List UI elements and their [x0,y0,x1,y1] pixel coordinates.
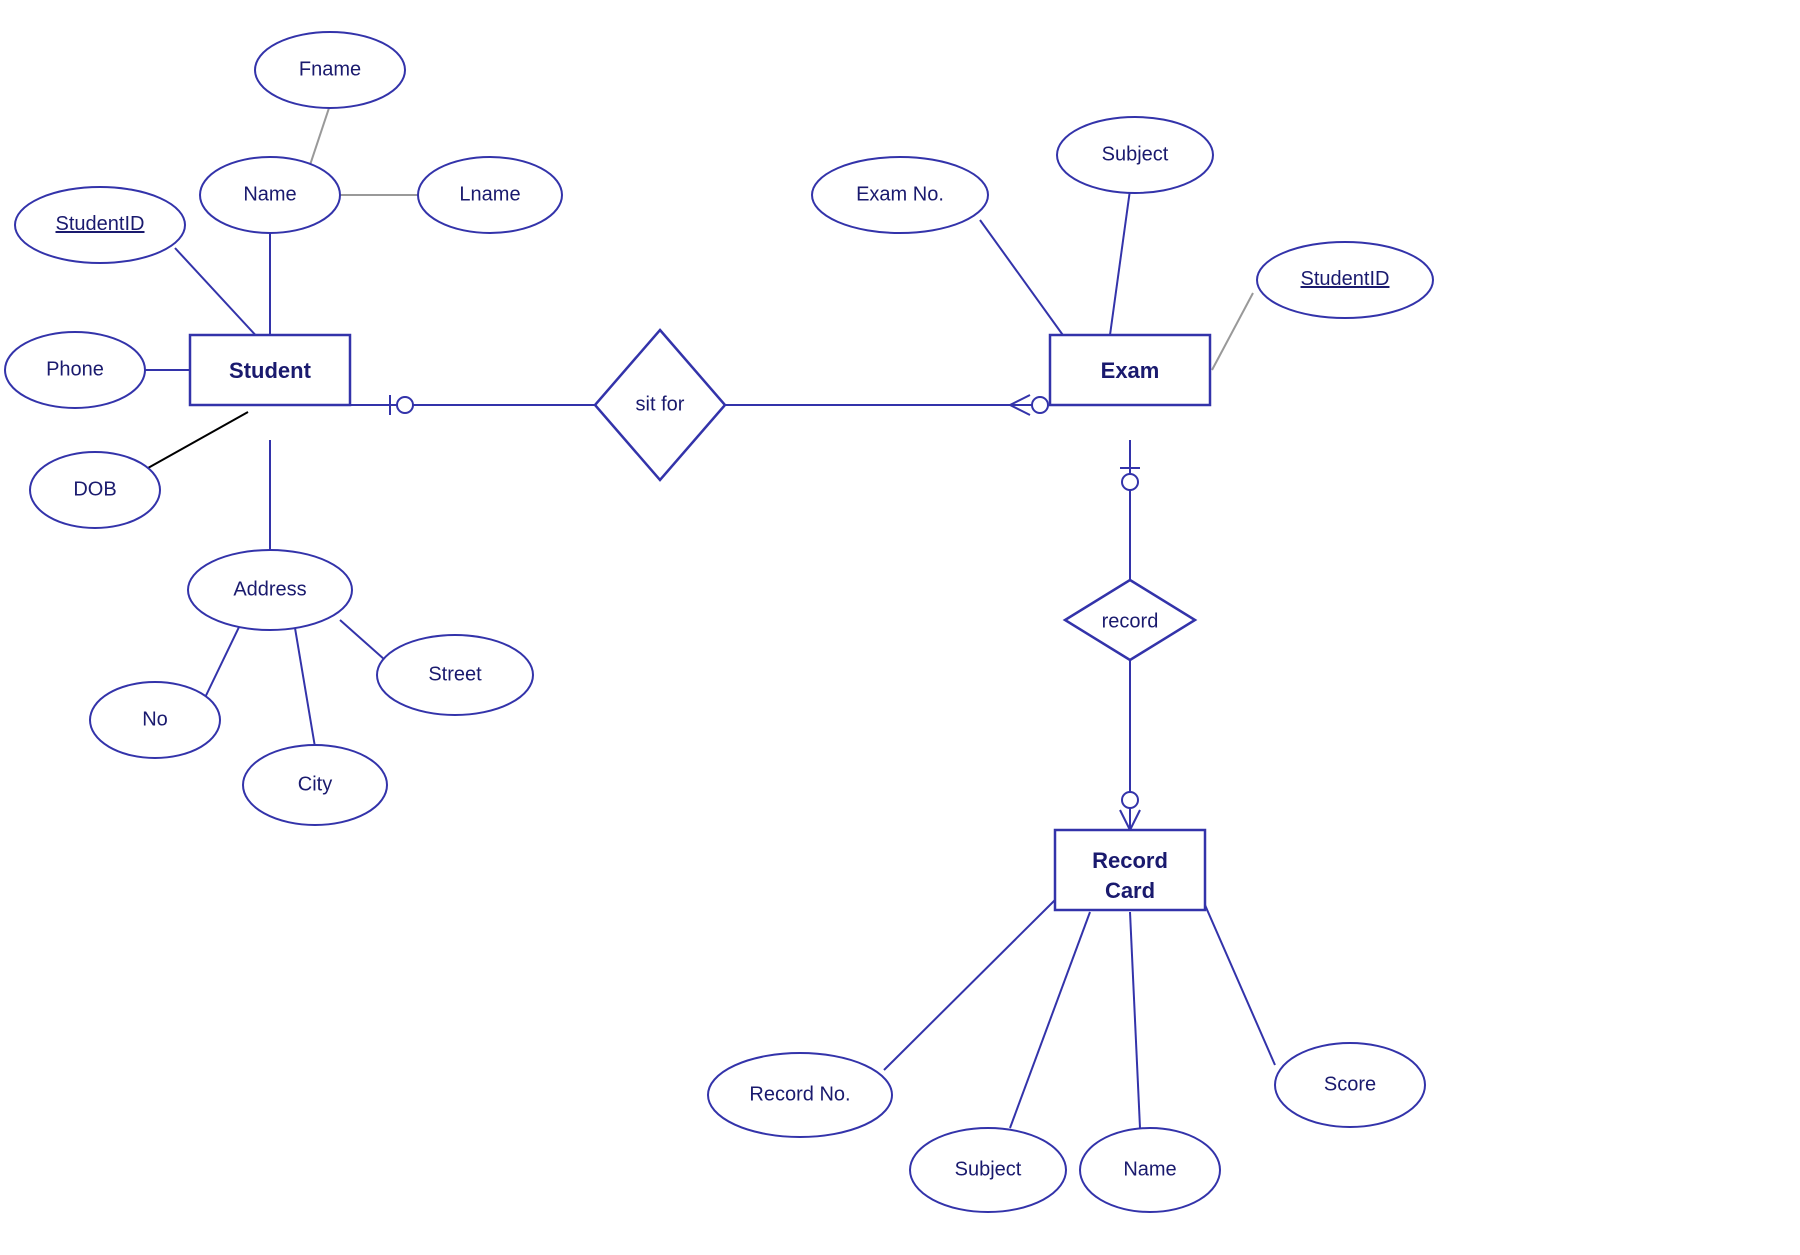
zero-mark-exam [1032,397,1048,413]
entity-recordcard-label1: Record [1092,848,1168,873]
attr-score-label: Score [1324,1073,1376,1095]
conn-studentid-exam [1212,293,1253,370]
conn-recordno-rc [884,900,1055,1070]
zero-mark-exam-record [1122,474,1138,490]
crow-feet-rc-1 [1120,810,1130,830]
attr-lname-label: Lname [459,183,520,205]
attr-studentid-label: StudentID [56,213,145,235]
conn-subject-exam [1110,190,1130,335]
entity-recordcard-label2: Card [1105,878,1155,903]
attr-phone-label: Phone [46,358,104,380]
attr-dob-label: DOB [73,478,116,500]
attr-subject-exam-label: Subject [1102,143,1169,165]
attr-address-label: Address [233,578,306,600]
entity-exam-label: Exam [1101,358,1160,383]
rel-record-label: record [1102,610,1159,632]
conn-name-rc [1130,912,1140,1128]
conn-dob-student [148,412,248,468]
conn-city-address [295,628,315,747]
attr-recordno-label: Record No. [749,1083,850,1105]
attr-no-label: No [142,708,168,730]
zero-mark-student [397,397,413,413]
er-diagram: sit for record Student Exam Record Card … [0,0,1800,1250]
crow-feet-rc-2 [1130,810,1140,830]
attr-studentid-exam-label: StudentID [1301,268,1390,290]
crow-feet-1 [1010,395,1030,405]
attr-street-label: Street [428,663,482,685]
attr-examno-label: Exam No. [856,183,944,205]
attr-name-label: Name [243,183,296,205]
crow-feet-2 [1010,405,1030,415]
conn-examno-exam [980,220,1065,338]
attr-city-label: City [298,773,332,795]
attr-subject-rc-label: Subject [955,1158,1022,1180]
rel-sitfor-label: sit for [636,393,685,415]
entity-student-label: Student [229,358,312,383]
conn-score-rc [1205,905,1275,1065]
conn-subject-rc [1010,912,1090,1128]
zero-mark-rc [1122,792,1138,808]
attr-fname-label: Fname [299,58,361,80]
attr-name-rc-label: Name [1123,1158,1176,1180]
conn-street-address [340,620,385,660]
conn-studentid-student [175,248,260,340]
